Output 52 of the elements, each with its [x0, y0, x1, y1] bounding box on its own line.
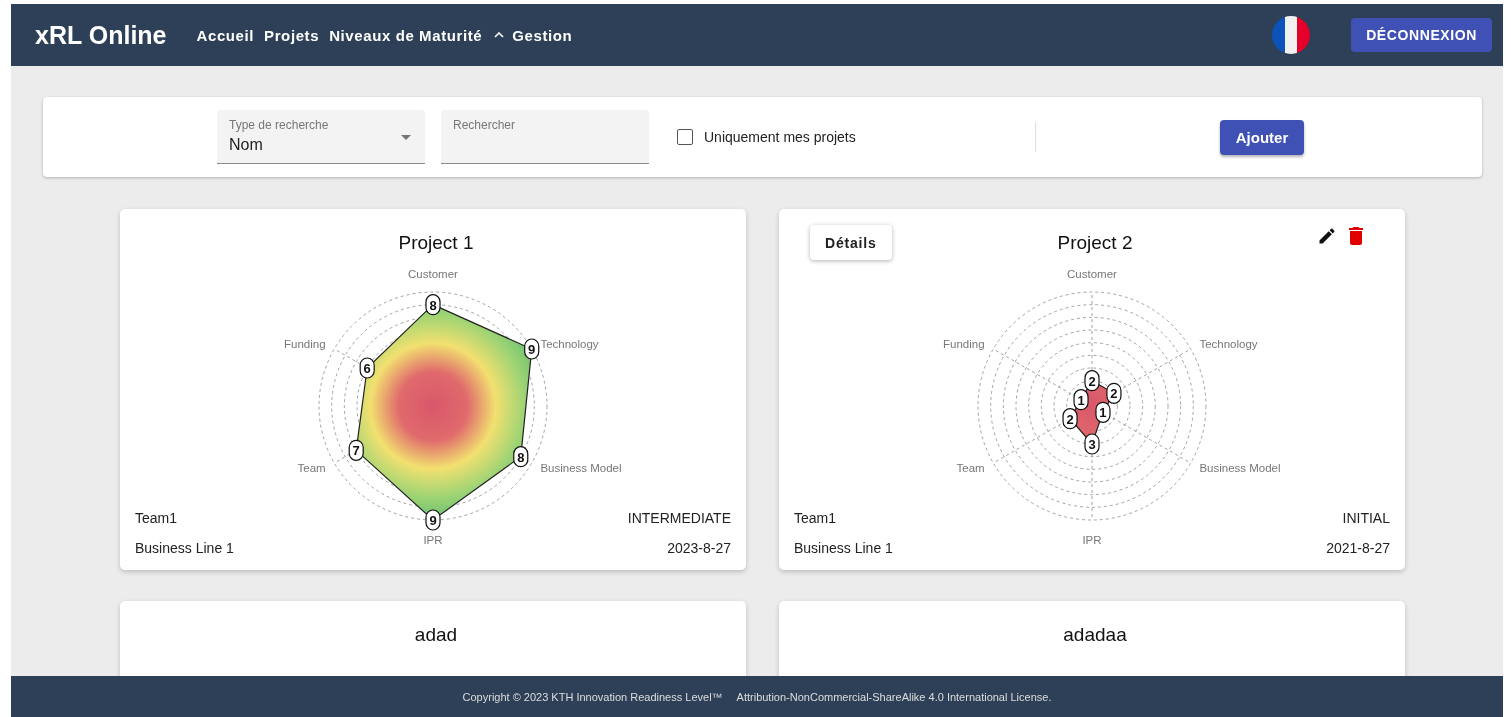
nav-link[interactable]: Accueil	[196, 26, 255, 44]
project-date: 2023-8-27	[667, 540, 731, 556]
value-label: 2	[1062, 408, 1078, 430]
axis-label: Funding	[284, 338, 326, 350]
nav-link[interactable]: Projets	[264, 26, 320, 44]
axis-label: Funding	[943, 338, 985, 350]
dropdown-arrow-icon	[401, 135, 411, 140]
trash-icon[interactable]	[1349, 227, 1363, 245]
checkbox[interactable]	[677, 129, 693, 145]
value-label: 2	[1084, 370, 1100, 392]
maturity-level: INTERMEDIATE	[627, 510, 731, 526]
value-label: 8	[513, 446, 529, 468]
axis-label: Team	[956, 462, 985, 474]
axis-label: Technology	[540, 338, 599, 350]
project-date: 2021-8-27	[1326, 540, 1390, 556]
search-field[interactable]: Rechercher	[441, 110, 649, 164]
axis-label: Technology	[1199, 338, 1258, 350]
french-flag-icon[interactable]	[1272, 16, 1311, 54]
team-name: Team1	[135, 510, 179, 526]
details-button[interactable]: Détails	[810, 225, 892, 260]
nav-menu[interactable]: Gestion	[492, 26, 573, 44]
team-name: Team1	[794, 510, 838, 526]
caret-up-icon	[494, 32, 505, 38]
value-label: 1	[1073, 389, 1089, 411]
copyright-text: Copyright © 2023 KTH Innovation Readiness Level™	[462, 690, 723, 703]
license-link[interactable]: Attribution-NonCommercial-ShareAlike 4.0 International License.	[736, 690, 1052, 703]
value-label: 6	[359, 357, 375, 379]
pencil-icon[interactable]	[1317, 226, 1337, 246]
search-type-select[interactable]: Type de recherche Nom	[217, 110, 425, 164]
axis-label: IPR	[423, 534, 443, 546]
nav-link[interactable]: Niveaux de Maturité	[329, 26, 483, 44]
value-label: 9	[524, 338, 540, 360]
axis-label: Team	[297, 462, 326, 474]
axis-label: Customer	[408, 268, 458, 280]
value-label: 8	[425, 294, 441, 316]
axis-label: Customer	[1067, 268, 1117, 280]
project-title: adadaa	[1063, 623, 1127, 646]
axis-label: Business Model	[540, 462, 622, 474]
app-logo[interactable]: xRL Online	[35, 20, 167, 50]
project-title: Project 2	[1057, 231, 1133, 254]
axis-label: Business Model	[1199, 462, 1281, 474]
axis-label: IPR	[1082, 534, 1102, 546]
value-label: 7	[348, 439, 364, 461]
value-label: 3	[1084, 433, 1100, 455]
add-button[interactable]: Ajouter	[1219, 119, 1305, 155]
checkbox-label[interactable]: Uniquement mes projets	[704, 129, 856, 145]
value-label: 2	[1106, 382, 1122, 404]
value-label: 9	[425, 509, 441, 531]
maturity-level: INITIAL	[1342, 510, 1390, 526]
project-title: Project 1	[398, 231, 474, 254]
logout-button[interactable]: DÉCONNEXION	[1351, 18, 1492, 52]
project-title: adad	[414, 623, 458, 646]
